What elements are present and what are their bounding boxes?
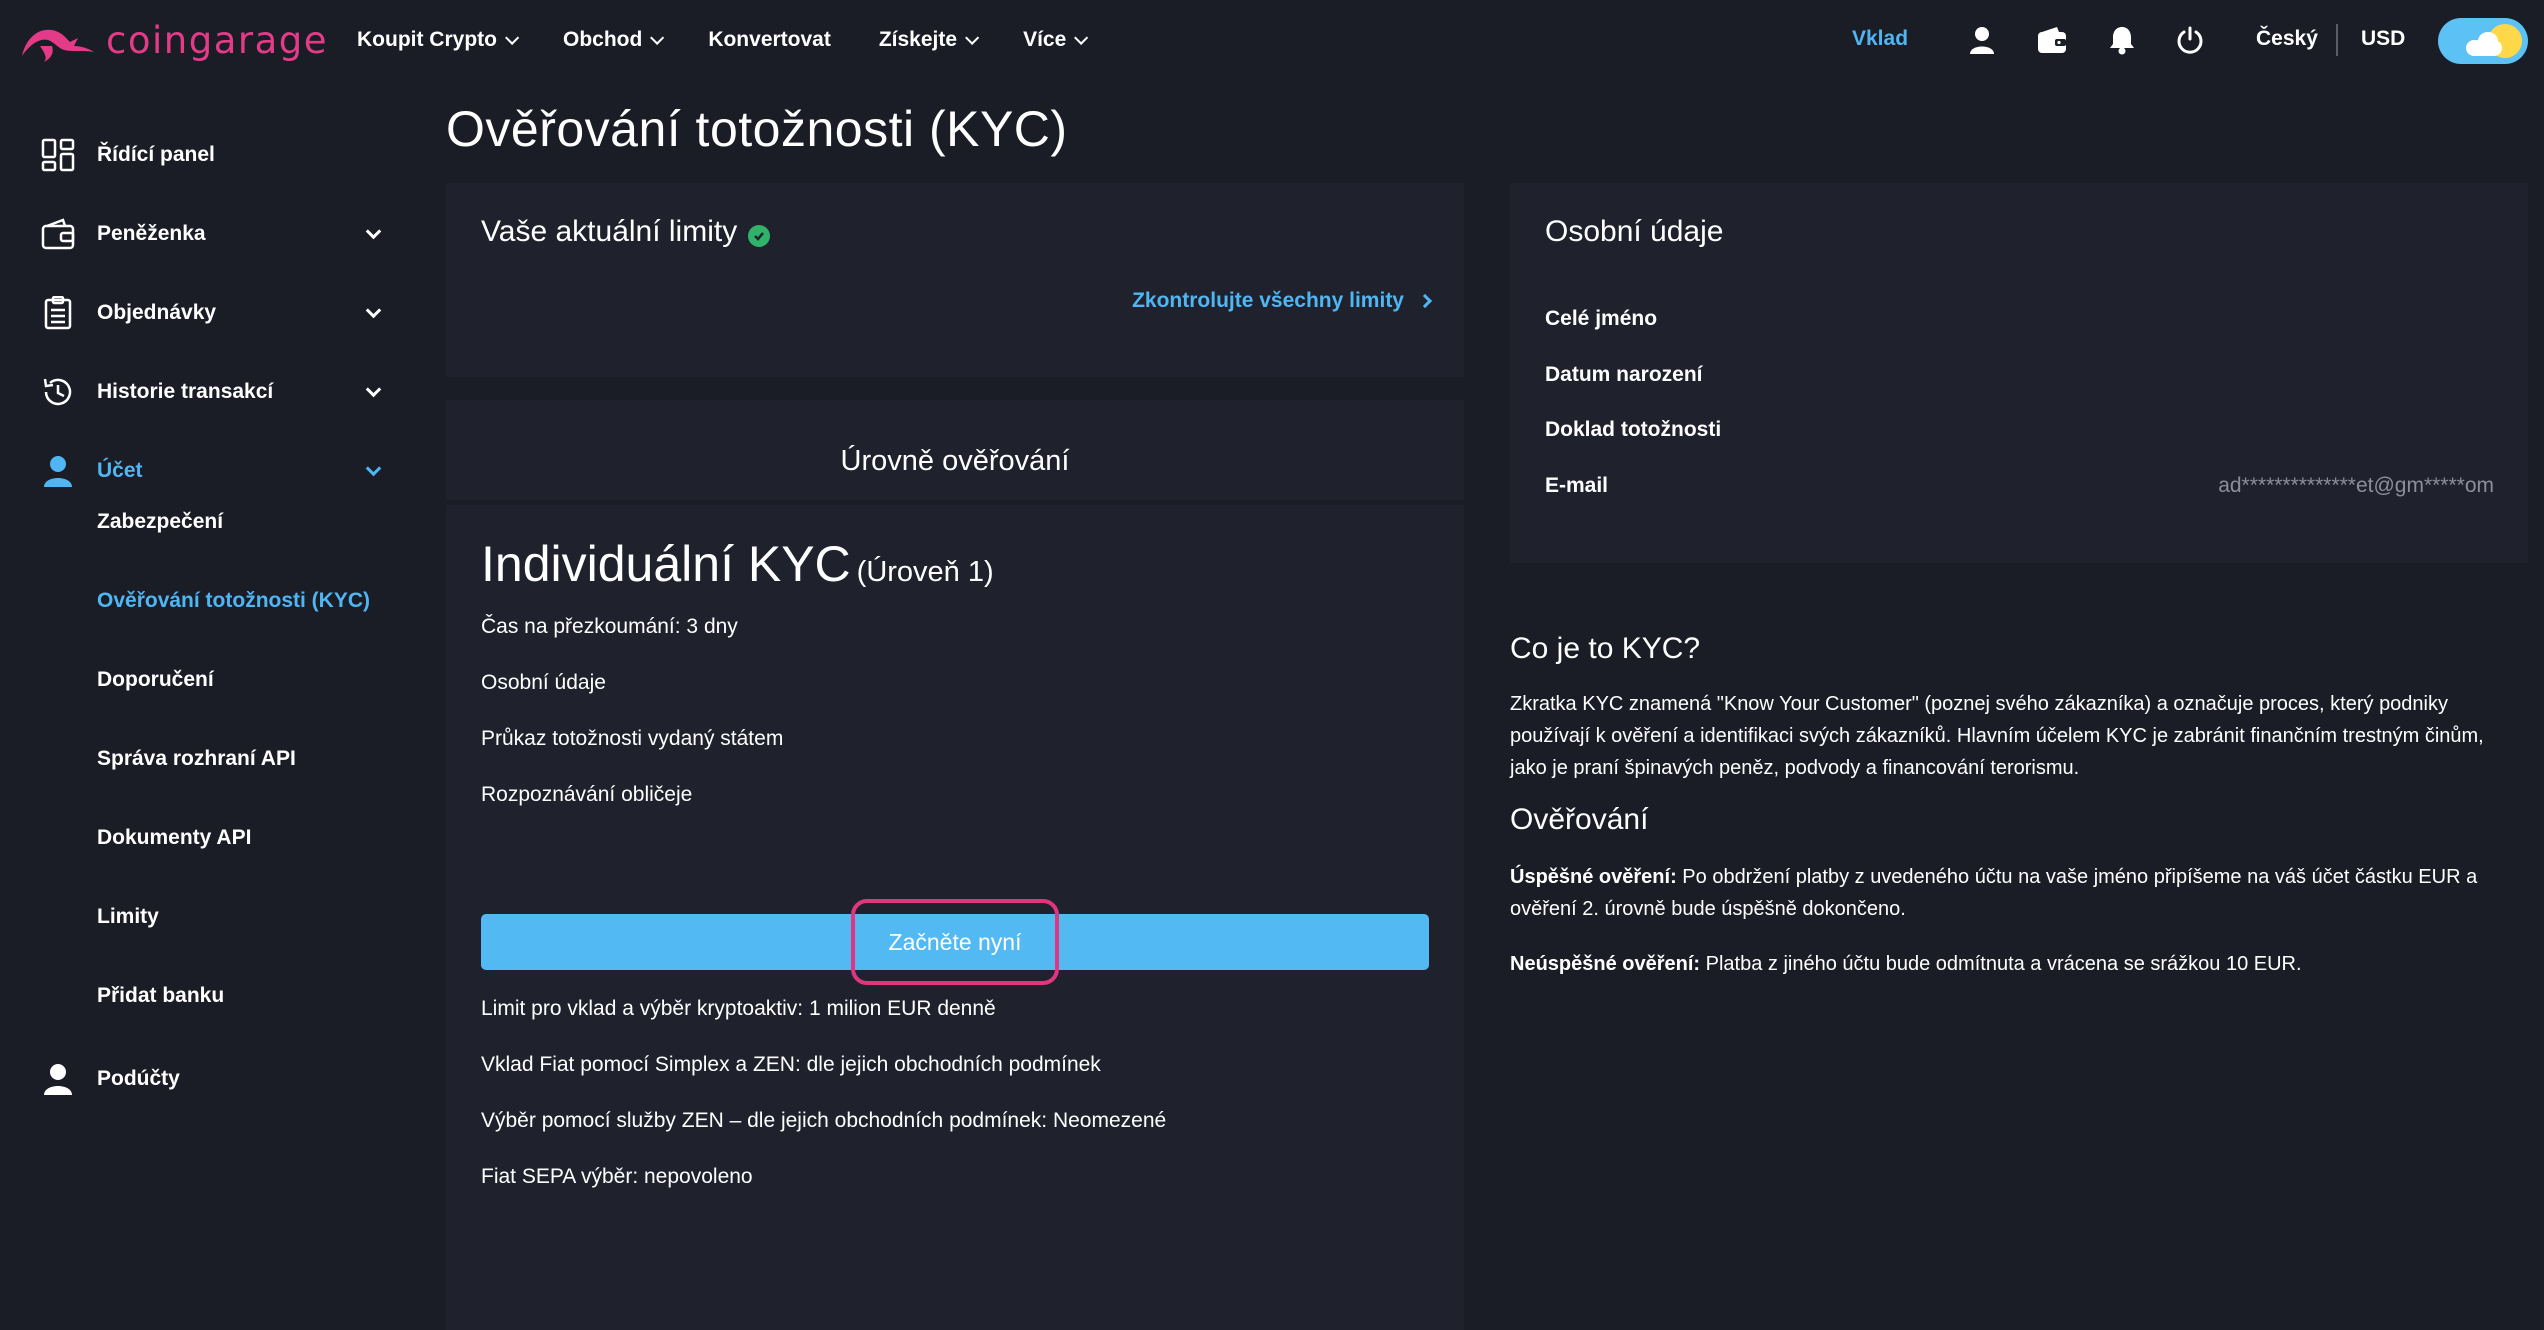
sidebar-subitem-limits[interactable]: Limity bbox=[97, 905, 159, 929]
nav-convert[interactable]: Konvertovat bbox=[708, 28, 831, 52]
chevron-down-icon bbox=[965, 30, 980, 45]
kyc-title-text: Individuální KYC bbox=[481, 536, 851, 592]
wallet-icon bbox=[40, 216, 76, 252]
nav-trade[interactable]: Obchod bbox=[562, 28, 665, 52]
kyc-benefit: Výběr pomocí služby ZEN – dle jejich obc… bbox=[481, 1109, 1167, 1132]
verification-title: Ověřování bbox=[1510, 803, 1649, 836]
sidebar-item-orders[interactable]: Objednávky bbox=[40, 283, 385, 343]
chevron-down-icon bbox=[365, 381, 382, 397]
fail-description: Platba z jiného účtu bude odmítnuta a vr… bbox=[1705, 953, 2302, 975]
kyc-level-label: (Úroveň 1) bbox=[856, 556, 994, 588]
currency-selector[interactable]: USD bbox=[2361, 27, 2405, 51]
fail-label: Neúspěšné ověření: bbox=[1510, 953, 1701, 975]
language-selector[interactable]: Český bbox=[2256, 27, 2318, 51]
kyc-requirement: Rozpoznávání obličeje bbox=[481, 783, 693, 806]
history-icon bbox=[40, 374, 76, 410]
chevron-down-icon bbox=[505, 30, 520, 45]
kyc-benefit: Limit pro vklad a výběr kryptoaktiv: 1 m… bbox=[481, 997, 996, 1020]
nav-label: Obchod bbox=[562, 28, 643, 51]
what-is-kyc-title: Co je to KYC? bbox=[1510, 632, 1701, 665]
chevron-down-icon bbox=[365, 302, 382, 318]
chevron-down-icon bbox=[365, 223, 382, 239]
nav-label: Více bbox=[1023, 28, 1067, 51]
theme-toggle[interactable] bbox=[2438, 18, 2528, 64]
kyc-card-title: Individuální KYC (Úroveň 1) bbox=[481, 535, 994, 593]
check-all-limits-link[interactable]: Zkontrolujte všechny limity bbox=[1132, 289, 1433, 313]
user-icon bbox=[40, 453, 76, 489]
coingarage-logo-icon bbox=[22, 29, 94, 62]
nav-earn[interactable]: Získejte bbox=[878, 28, 980, 52]
user-icon bbox=[40, 1061, 76, 1097]
kyc-requirement: Průkaz totožnosti vydaný státem bbox=[481, 727, 784, 750]
sidebar-item-label: Objednávky bbox=[97, 301, 217, 324]
sidebar-item-subaccounts[interactable]: Podúčty bbox=[40, 1049, 385, 1109]
personal-title: Osobní údaje bbox=[1545, 215, 1724, 248]
sidebar-subitem-security[interactable]: Zabezpečení bbox=[97, 510, 223, 534]
sidebar-item-label: Podúčty bbox=[97, 1067, 180, 1090]
deposit-link[interactable]: Vklad bbox=[1852, 27, 1908, 51]
power-icon[interactable] bbox=[2170, 20, 2210, 60]
chevron-down-icon bbox=[1074, 30, 1089, 45]
brand-logo[interactable]: coingarage bbox=[18, 16, 328, 64]
sidebar-subitem-kyc[interactable]: Ověřování totožnosti (KYC) bbox=[97, 589, 370, 613]
wallet-icon[interactable] bbox=[2032, 20, 2072, 60]
field-label-full-name: Celé jméno bbox=[1545, 307, 1658, 330]
limits-title: Vaše aktuální limity bbox=[481, 215, 738, 248]
nav-label: Získejte bbox=[878, 28, 958, 51]
sidebar-item-label: Účet bbox=[97, 459, 143, 482]
user-icon[interactable] bbox=[1962, 20, 2002, 60]
sidebar: Řídící panel Peněženka Objednávky Histor… bbox=[0, 80, 420, 1330]
sidebar-subitem-add-bank[interactable]: Přidat banku bbox=[97, 984, 224, 1008]
personal-data-panel: Osobní údaje Celé jméno Datum narození D… bbox=[1510, 183, 2528, 563]
divider bbox=[2336, 24, 2338, 56]
clipboard-icon bbox=[40, 295, 76, 331]
top-navbar: coingarage Koupit Crypto Obchod Konverto… bbox=[0, 0, 2544, 80]
nav-label: Koupit Crypto bbox=[357, 28, 497, 51]
start-now-button[interactable]: Začněte nyní bbox=[481, 914, 1429, 970]
kyc-requirement: Osobní údaje bbox=[481, 671, 606, 694]
nav-more[interactable]: Více bbox=[1023, 28, 1089, 52]
sidebar-item-label: Peněženka bbox=[97, 222, 206, 245]
verification-levels-header: Úrovně ověřování bbox=[446, 400, 1464, 500]
field-label-email: E-mail bbox=[1545, 474, 1609, 497]
main-nav: Koupit Crypto Obchod Konvertovat Získejt… bbox=[357, 0, 1132, 80]
page-title: Ověřování totožnosti (KYC) bbox=[446, 101, 1068, 157]
field-label-id-document: Doklad totožnosti bbox=[1545, 418, 1722, 441]
chevron-down-icon bbox=[650, 30, 665, 45]
sidebar-subitem-referral[interactable]: Doporučení bbox=[97, 668, 214, 692]
nav-buy-crypto[interactable]: Koupit Crypto bbox=[357, 28, 520, 52]
nav-label: Konvertovat bbox=[708, 28, 831, 51]
kyc-benefit: Fiat SEPA výběr: nepovoleno bbox=[481, 1165, 753, 1188]
success-verification-text: Úspěšné ověření: Po obdržení platby z uv… bbox=[1510, 861, 2520, 925]
what-is-kyc-text: Zkratka KYC znamená "Know Your Customer"… bbox=[1510, 693, 2484, 779]
levels-title: Úrovně ověřování bbox=[840, 445, 1070, 477]
bell-icon[interactable] bbox=[2102, 20, 2142, 60]
field-label-birth-date: Datum narození bbox=[1545, 363, 1703, 386]
sidebar-item-account[interactable]: Účet bbox=[40, 441, 385, 501]
sidebar-item-label: Historie transakcí bbox=[97, 380, 274, 403]
current-limits-panel: Vaše aktuální limity Zkontrolujte všechn… bbox=[446, 183, 1464, 377]
kyc-requirement: Čas na přezkoumání: 3 dny bbox=[481, 615, 738, 638]
sidebar-item-wallet[interactable]: Peněženka bbox=[40, 204, 385, 264]
chevron-down-icon bbox=[365, 460, 382, 476]
verified-check-icon bbox=[748, 225, 770, 247]
chevron-right-icon bbox=[1417, 293, 1433, 309]
sidebar-item-label: Řídící panel bbox=[97, 143, 215, 166]
sidebar-item-dashboard[interactable]: Řídící panel bbox=[40, 125, 385, 185]
failed-verification-text: Neúspěšné ověření: Platba z jiného účtu … bbox=[1510, 948, 2520, 980]
success-label: Úspěšné ověření: bbox=[1510, 866, 1677, 888]
sidebar-subitem-api-docs[interactable]: Dokumenty API bbox=[97, 826, 251, 850]
dashboard-icon bbox=[40, 137, 76, 173]
kyc-benefit: Vklad Fiat pomocí Simplex a ZEN: dle jej… bbox=[481, 1053, 1101, 1076]
sidebar-subitem-api-management[interactable]: Správa rozhraní API bbox=[97, 747, 296, 771]
sidebar-item-transaction-history[interactable]: Historie transakcí bbox=[40, 362, 385, 422]
kyc-level-card: Individuální KYC (Úroveň 1) Čas na přezko… bbox=[446, 505, 1464, 1330]
check-limits-label: Zkontrolujte všechny limity bbox=[1132, 289, 1404, 312]
brand-name: coingarage bbox=[106, 18, 329, 62]
cloud-icon bbox=[2466, 40, 2502, 56]
field-value-email: ad**************et@gm*****om bbox=[2218, 474, 2494, 497]
